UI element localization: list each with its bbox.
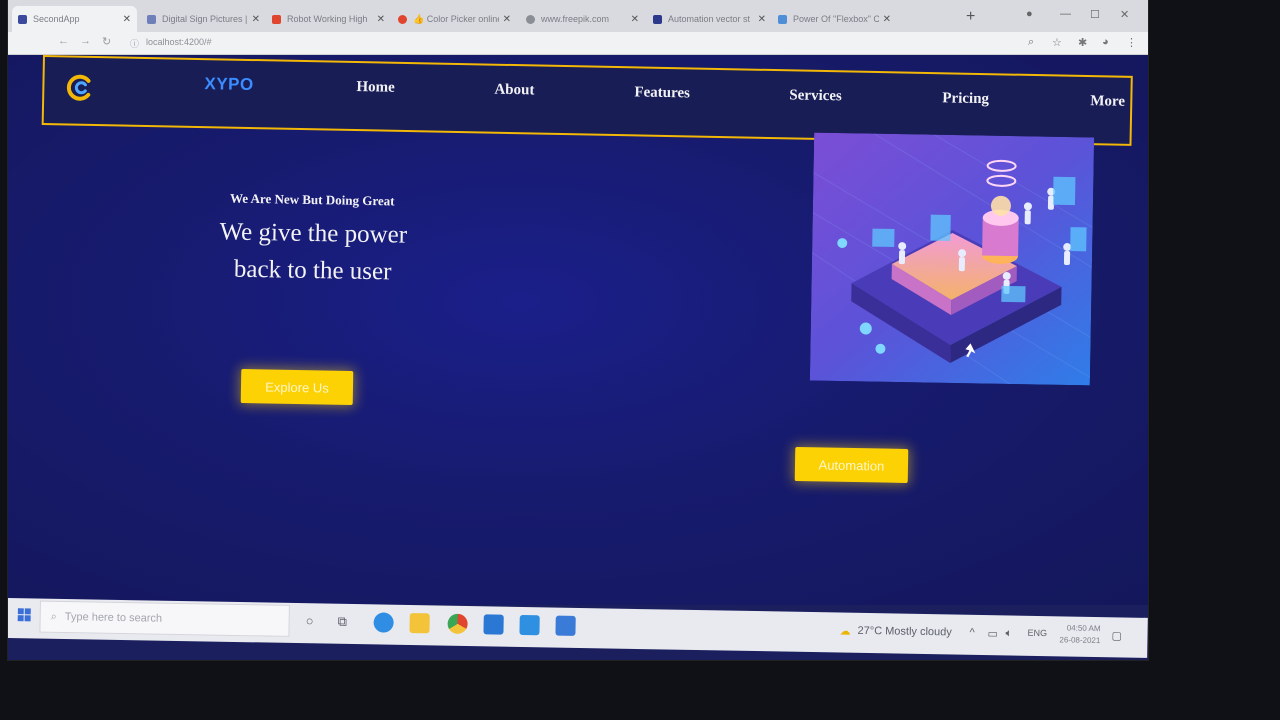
hero-title-line: We give the power — [219, 218, 408, 249]
minimize-icon[interactable]: — — [1060, 8, 1071, 20]
brand-name[interactable]: XYPO — [204, 74, 254, 95]
close-tab-icon[interactable]: ✕ — [123, 14, 131, 25]
maximize-icon[interactable]: ☐ — [1090, 8, 1100, 21]
tab-title: SecondApp — [33, 14, 80, 24]
zoom-icon[interactable]: ⌕ — [1028, 36, 1034, 49]
windows-taskbar: ⌕ Type here to search ○ ⧉ ☁ 27°C Mostly … — [8, 598, 1148, 658]
tab-freepik[interactable]: www.freepik.com ✕ — [520, 6, 645, 32]
medium-icon — [778, 14, 787, 24]
globe-icon — [526, 14, 535, 24]
chrome-icon[interactable] — [447, 613, 468, 635]
close-window-icon[interactable]: ✕ — [1120, 8, 1129, 21]
angular-icon — [18, 14, 27, 24]
site-info-icon[interactable]: ⓘ — [130, 37, 139, 50]
reload-icon[interactable]: ↻ — [102, 35, 111, 48]
nav-features[interactable]: Features — [634, 84, 690, 102]
automation-illustration — [809, 132, 1095, 386]
cortana-icon[interactable]: ○ — [306, 613, 314, 628]
pinterest-icon — [272, 14, 281, 24]
address-bar[interactable]: localhost:4200/# — [146, 37, 212, 47]
vscode-icon[interactable] — [519, 614, 540, 636]
weather-icon: ☁ — [839, 625, 851, 638]
close-tab-icon[interactable]: ✕ — [883, 14, 891, 25]
tab-secondapp[interactable]: SecondApp ✕ — [12, 6, 137, 32]
tab-digital-sign[interactable]: Digital Sign Pictures | ✕ — [141, 6, 266, 32]
profile-dot-icon[interactable]: ● — [1026, 8, 1033, 20]
notifications-icon[interactable]: ▢ — [1111, 629, 1122, 642]
tab-automation-vector[interactable]: Automation vector st ✕ — [647, 6, 772, 32]
forward-icon[interactable]: → — [80, 35, 91, 47]
tab-title: www.freepik.com — [541, 14, 610, 24]
hero-title-line: back to the user — [233, 255, 392, 286]
volume-icon[interactable]: 🔈︎ — [1005, 627, 1012, 640]
search-placeholder: Type here to search — [64, 610, 163, 625]
behance-icon — [653, 14, 662, 24]
nav-more[interactable]: More — [1090, 93, 1125, 111]
bookmark-star-icon[interactable]: ☆ — [1052, 36, 1062, 49]
new-tab-button[interactable]: + — [966, 8, 975, 26]
nav-about[interactable]: About — [494, 82, 534, 100]
site-navbar: XYPO Home About Features Services Pricin… — [41, 55, 1133, 146]
language-indicator[interactable]: ENG — [1027, 628, 1047, 638]
tab-flexbox[interactable]: Power Of "Flexbox" C ✕ — [772, 6, 897, 32]
extensions-icon[interactable]: ✱ — [1078, 36, 1087, 49]
close-tab-icon[interactable]: ✕ — [631, 14, 639, 25]
tab-title: Power Of "Flexbox" C — [793, 14, 879, 24]
photos-icon[interactable] — [555, 615, 576, 636]
mail-icon[interactable] — [483, 614, 504, 635]
clock-time: 04:50 AM — [1066, 623, 1101, 634]
windows-start-icon[interactable] — [17, 608, 32, 622]
nav-services[interactable]: Services — [789, 87, 842, 105]
tray-chevron-icon[interactable]: ^ — [969, 627, 974, 639]
weather-text[interactable]: 27°C Mostly cloudy — [857, 625, 951, 639]
search-icon: ⌕ — [50, 610, 57, 623]
close-tab-icon[interactable]: ✕ — [758, 14, 766, 25]
network-icon[interactable]: ▭ — [987, 627, 998, 640]
hero-title: We give the power back to the user — [167, 212, 458, 291]
laptop-screen: SecondApp ✕ Digital Sign Pictures | ✕ Ro… — [8, 0, 1148, 660]
nav-home[interactable]: Home — [356, 79, 395, 97]
color-picker-icon — [398, 14, 407, 24]
taskbar-search-input[interactable]: ⌕ Type here to search — [39, 600, 290, 637]
file-explorer-icon[interactable] — [409, 613, 430, 634]
close-tab-icon[interactable]: ✕ — [252, 14, 260, 25]
automation-button[interactable]: Automation — [794, 447, 909, 483]
tab-title: Automation vector st — [668, 14, 751, 24]
explore-us-button[interactable]: Explore Us — [240, 369, 354, 405]
logo-icon[interactable] — [64, 71, 97, 104]
taskbar-clock[interactable]: 04:50 AM 26-08-2021 — [1059, 622, 1100, 647]
web-page: XYPO Home About Features Services Pricin… — [8, 55, 1148, 605]
tab-color-picker[interactable]: 👍 Color Picker online ✕ — [392, 6, 517, 32]
profile-avatar-icon[interactable]: ◕ — [1102, 36, 1109, 48]
menu-kebab-icon[interactable]: ⋮ — [1126, 36, 1137, 49]
browser-tab-strip: SecondApp ✕ Digital Sign Pictures | ✕ Ro… — [8, 0, 1148, 32]
tab-title: Digital Sign Pictures | — [162, 14, 248, 24]
image-icon — [147, 14, 156, 24]
clock-date: 26-08-2021 — [1059, 635, 1101, 646]
task-view-icon[interactable]: ⧉ — [337, 614, 348, 630]
close-tab-icon[interactable]: ✕ — [503, 14, 511, 25]
edge-icon[interactable] — [373, 612, 394, 633]
close-tab-icon[interactable]: ✕ — [377, 14, 385, 25]
tab-title: Robot Working High — [287, 14, 368, 24]
hero-subtitle: We Are New But Doing Great — [229, 190, 395, 209]
browser-toolbar: ← → ↻ ⓘ localhost:4200/# ⌕ ☆ ✱ ◕ ⋮ — [8, 32, 1148, 55]
nav-pricing[interactable]: Pricing — [942, 90, 989, 108]
tab-title: 👍 Color Picker online — [413, 13, 499, 24]
back-icon[interactable]: ← — [58, 35, 69, 47]
tab-robot-working[interactable]: Robot Working High ✕ — [266, 6, 391, 32]
